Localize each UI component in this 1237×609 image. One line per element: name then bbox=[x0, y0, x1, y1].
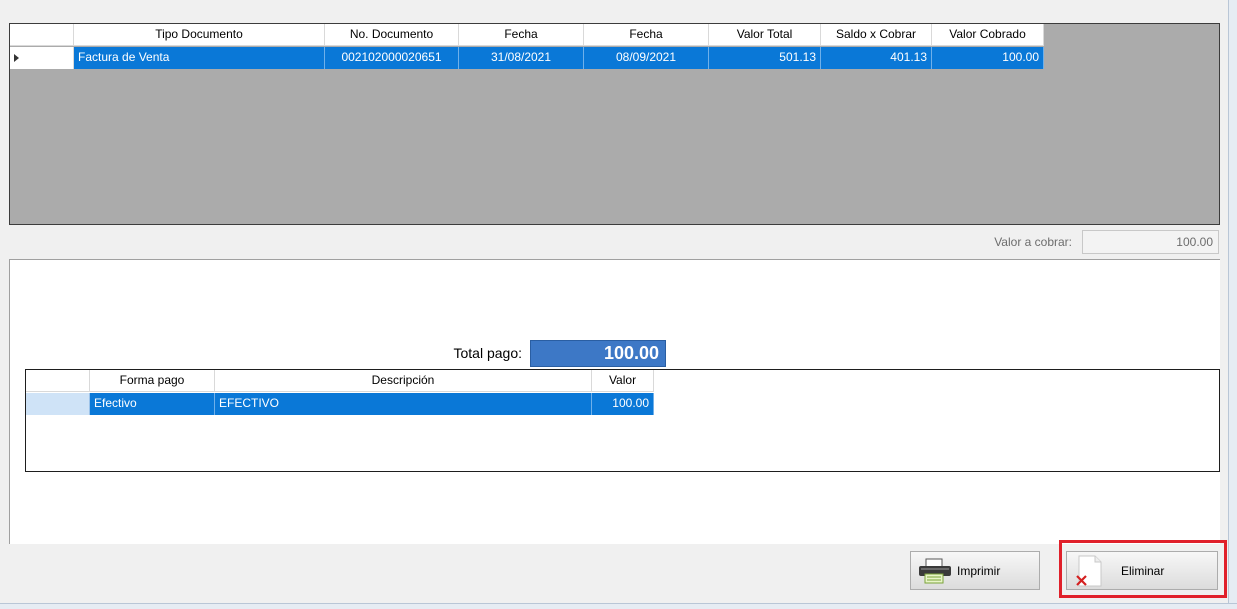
window-right-border bbox=[1228, 0, 1237, 609]
column-header-descripcion[interactable]: Descripción bbox=[215, 370, 592, 392]
row-header-corner bbox=[10, 24, 74, 46]
print-button[interactable]: Imprimir bbox=[910, 551, 1040, 590]
column-header-valor-cobrado[interactable]: Valor Cobrado bbox=[932, 24, 1044, 46]
total-pago-label: Total pago: bbox=[453, 345, 523, 361]
delete-button-label: Eliminar bbox=[1121, 563, 1165, 578]
documents-grid[interactable]: Tipo Documento No. Documento Fecha Fecha… bbox=[9, 23, 1220, 225]
column-header-fecha-2[interactable]: Fecha bbox=[584, 24, 709, 46]
documents-grid-header: Tipo Documento No. Documento Fecha Fecha… bbox=[10, 24, 1044, 46]
payments-grid[interactable]: Forma pago Descripción Valor Efectivo EF… bbox=[25, 369, 1220, 472]
row-pointer-icon bbox=[14, 54, 19, 62]
delete-button[interactable]: Eliminar bbox=[1066, 551, 1218, 590]
column-header-valor[interactable]: Valor bbox=[592, 370, 654, 392]
printer-icon bbox=[919, 558, 951, 583]
column-header-fecha[interactable]: Fecha bbox=[459, 24, 584, 46]
row-header[interactable] bbox=[26, 393, 90, 415]
column-header-numero[interactable]: No. Documento bbox=[325, 24, 459, 46]
table-row[interactable]: Factura de Venta 002102000020651 31/08/2… bbox=[10, 47, 1044, 69]
cell-valor-total[interactable]: 501.13 bbox=[709, 47, 821, 69]
cell-forma-pago[interactable]: Efectivo bbox=[90, 393, 215, 415]
table-row[interactable]: Efectivo EFECTIVO 100.00 bbox=[26, 393, 654, 415]
cell-saldo[interactable]: 401.13 bbox=[821, 47, 932, 69]
valor-a-cobrar-label: Valor a cobrar: bbox=[994, 235, 1072, 249]
payments-grid-header: Forma pago Descripción Valor bbox=[26, 370, 654, 392]
column-header-tipo[interactable]: Tipo Documento bbox=[74, 24, 325, 46]
valor-a-cobrar-field: 100.00 bbox=[1082, 230, 1219, 254]
cell-fecha-2[interactable]: 08/09/2021 bbox=[584, 47, 709, 69]
cell-valor-cobrado[interactable]: 100.00 bbox=[932, 47, 1044, 69]
row-header-corner bbox=[26, 370, 90, 392]
print-button-label: Imprimir bbox=[957, 563, 1001, 578]
cell-valor[interactable]: 100.00 bbox=[592, 393, 654, 415]
delete-document-icon bbox=[1076, 555, 1102, 586]
column-header-saldo[interactable]: Saldo x Cobrar bbox=[821, 24, 932, 46]
cell-numero[interactable]: 002102000020651 bbox=[325, 47, 459, 69]
total-pago-field[interactable]: 100.00 bbox=[530, 340, 666, 367]
cell-tipo[interactable]: Factura de Venta bbox=[74, 47, 325, 69]
column-header-forma-pago[interactable]: Forma pago bbox=[90, 370, 215, 392]
cell-fecha[interactable]: 31/08/2021 bbox=[459, 47, 584, 69]
column-header-valor-total[interactable]: Valor Total bbox=[709, 24, 821, 46]
window-bottom-border bbox=[0, 603, 1237, 609]
cell-descripcion[interactable]: EFECTIVO bbox=[215, 393, 592, 415]
row-header[interactable] bbox=[10, 47, 74, 69]
